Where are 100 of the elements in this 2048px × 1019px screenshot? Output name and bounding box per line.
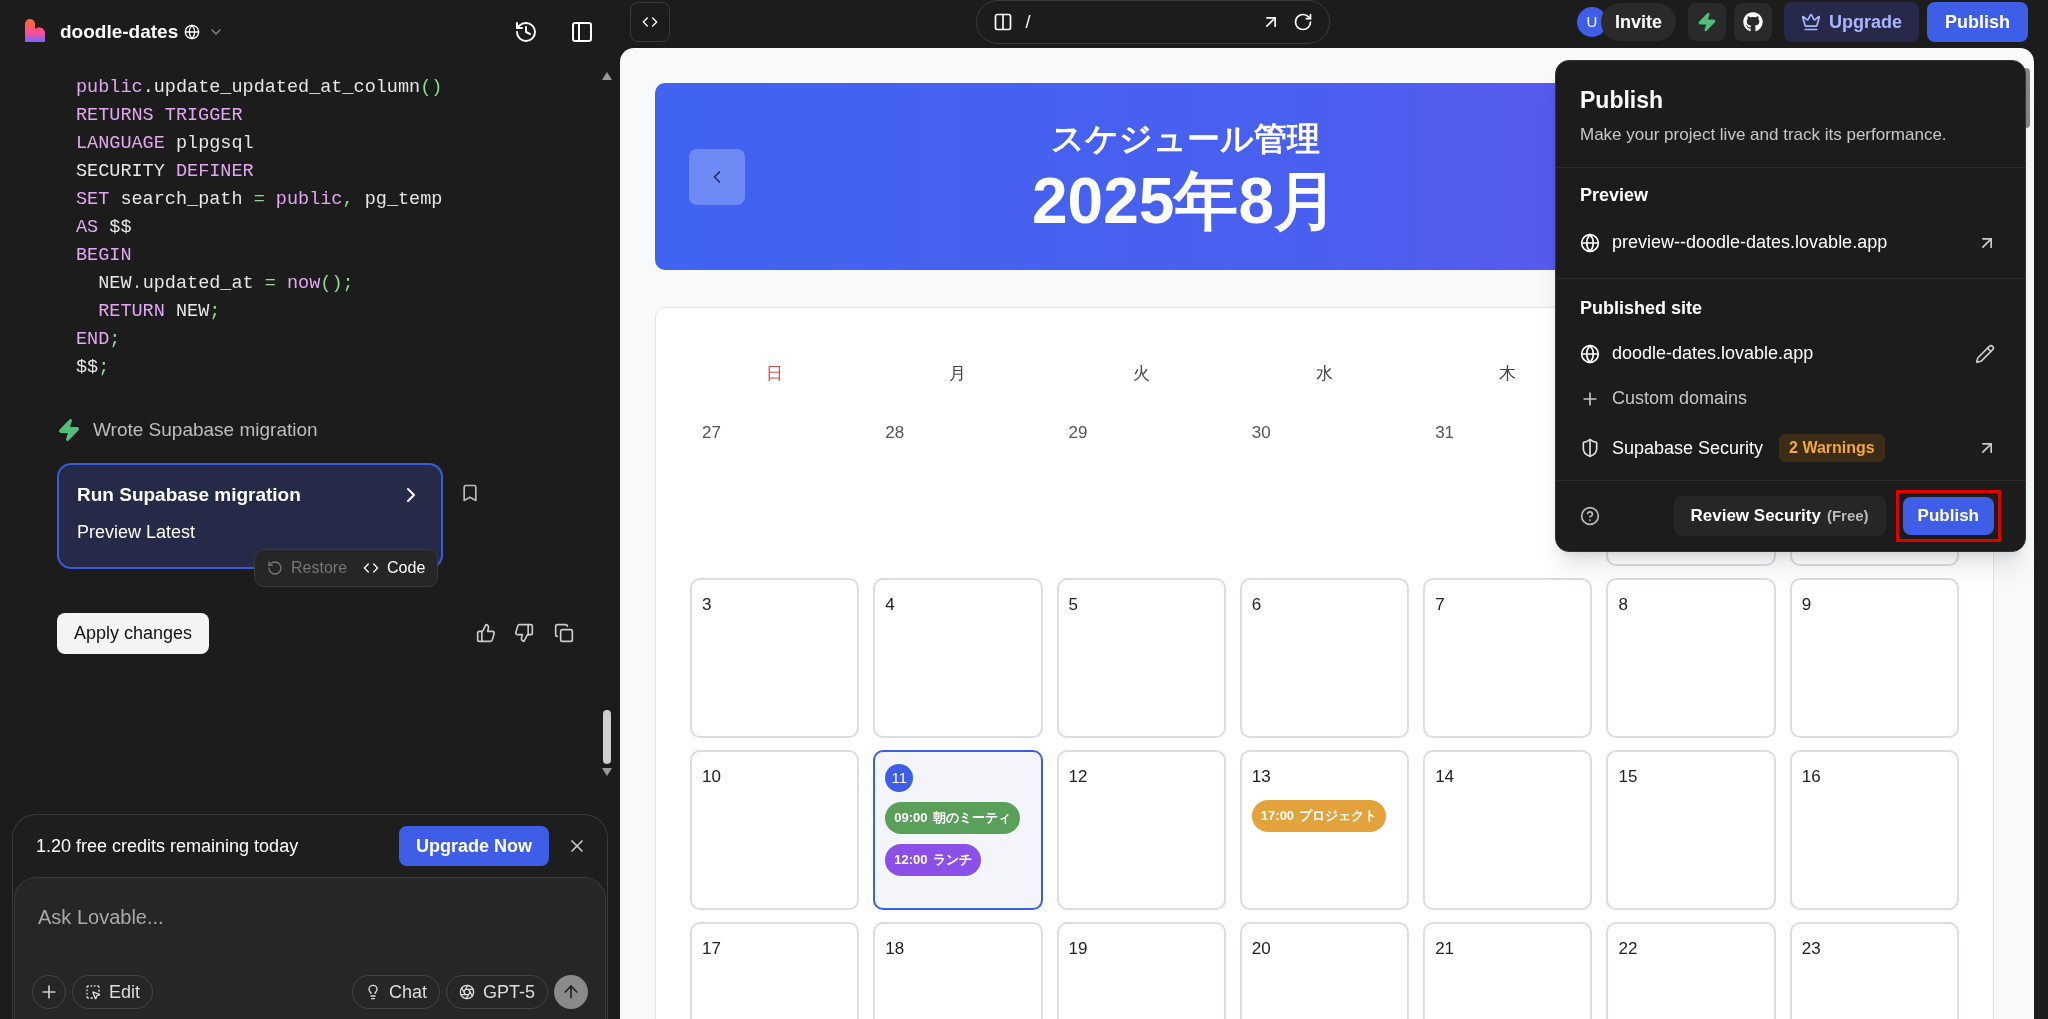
day-cell[interactable]: 16 xyxy=(1789,750,1959,910)
code-line: AS $$ xyxy=(76,216,132,240)
code-line: NEW.updated_at = now(); xyxy=(97,272,354,296)
month-title: 2025年8月 xyxy=(1032,164,1338,240)
published-url-link[interactable]: doodle-dates.lovable.app xyxy=(1612,340,1814,367)
supabase-button[interactable] xyxy=(1687,3,1726,41)
publish-button[interactable]: Publish xyxy=(1927,2,2028,42)
globe-icon xyxy=(1580,343,1600,364)
heart-logo-icon xyxy=(22,19,48,45)
app-title: スケジュール管理 xyxy=(1050,118,1320,159)
credits-text: 1.20 free credits remaining today xyxy=(36,834,299,858)
day-number: 27 xyxy=(702,422,721,444)
day-cell[interactable]: 28 xyxy=(873,406,1043,566)
day-cell[interactable]: 17 xyxy=(690,922,860,1019)
shield-icon xyxy=(1580,438,1600,458)
weekday-label: 水 xyxy=(1316,363,1333,386)
day-number: 20 xyxy=(1251,938,1271,960)
day-cell[interactable]: 3 xyxy=(690,578,860,738)
weekday-label: 月 xyxy=(949,363,967,386)
code-line: RETURN NEW; xyxy=(97,300,221,324)
scroll-up-icon[interactable] xyxy=(602,72,612,80)
pencil-icon[interactable] xyxy=(1975,343,1995,364)
day-number: 19 xyxy=(1068,938,1088,960)
day-cell[interactable]: 9 xyxy=(1789,578,1959,738)
code-line: public.update_updated_at_column() xyxy=(76,76,443,100)
day-number: 22 xyxy=(1618,938,1638,960)
invite-button[interactable]: Invite xyxy=(1600,3,1676,41)
day-cell[interactable]: 22 xyxy=(1606,922,1776,1019)
thumbs-up-icon[interactable] xyxy=(476,623,496,643)
code-line: $$; xyxy=(76,356,110,380)
github-button[interactable] xyxy=(1733,3,1772,41)
day-cell[interactable]: 14 xyxy=(1423,750,1593,910)
day-cell[interactable]: 30 xyxy=(1239,406,1410,566)
popover-title: Publish xyxy=(1580,86,1665,115)
day-number: 5 xyxy=(1068,594,1079,616)
day-number: 7 xyxy=(1435,594,1445,616)
activity-label: Wrote Supabase migration xyxy=(93,418,318,442)
section-heading: Published site xyxy=(1580,297,1704,320)
history-icon[interactable] xyxy=(514,20,538,44)
day-cell[interactable]: 8 xyxy=(1606,578,1776,738)
bolt-icon xyxy=(57,418,81,443)
scrollbar-thumb[interactable] xyxy=(603,710,611,764)
section-heading: Preview xyxy=(1580,184,1650,207)
day-cell[interactable]: 12 xyxy=(1056,750,1226,910)
upgrade-now-button[interactable]: Upgrade Now xyxy=(399,826,549,866)
custom-domains-button[interactable]: Custom domains xyxy=(1580,385,1748,412)
day-number: 31 xyxy=(1435,422,1455,444)
globe-icon xyxy=(1580,232,1600,253)
publish-confirm-button[interactable]: Publish xyxy=(1902,497,1994,535)
day-cell[interactable]: 15 xyxy=(1606,750,1776,910)
apply-changes-button[interactable]: Apply changes xyxy=(57,612,210,654)
day-cell[interactable]: 13 17:00 プロジェクト xyxy=(1239,750,1410,910)
day-number: 8 xyxy=(1618,594,1628,616)
day-number: 15 xyxy=(1618,766,1638,788)
crown-icon xyxy=(1800,12,1821,32)
project-name[interactable]: doodle-dates xyxy=(60,17,179,47)
day-cell[interactable]: 20 xyxy=(1239,922,1410,1019)
event-chip[interactable]: 12:00 ランチ xyxy=(885,844,981,876)
panel-toggle-icon[interactable] xyxy=(570,20,594,44)
day-cell[interactable]: 23 xyxy=(1789,922,1959,1019)
day-number: 18 xyxy=(885,938,905,960)
security-label: Supabase Security xyxy=(1612,436,1764,460)
help-icon[interactable] xyxy=(1580,506,1600,526)
day-cell[interactable]: 5 xyxy=(1056,578,1226,738)
review-security-button[interactable]: Review Security (Free) xyxy=(1673,496,1886,536)
code-line: SET search_path = public, pg_temp xyxy=(76,188,443,212)
day-cell[interactable]: 27 xyxy=(690,406,860,566)
upgrade-button[interactable]: Upgrade xyxy=(1783,2,1919,42)
day-number: 21 xyxy=(1435,938,1455,960)
day-cell[interactable]: 10 xyxy=(690,750,860,910)
day-cell[interactable]: 6 xyxy=(1239,578,1410,738)
url-path: / xyxy=(1025,10,1031,34)
weekday-label: 日 xyxy=(766,363,784,386)
refresh-icon[interactable] xyxy=(1293,12,1314,32)
day-cell[interactable]: 21 xyxy=(1423,922,1593,1019)
copy-icon[interactable] xyxy=(554,623,574,643)
weekday-label: 火 xyxy=(1132,363,1150,386)
day-cell[interactable]: 29 xyxy=(1056,406,1226,566)
send-button[interactable] xyxy=(554,975,588,1009)
today-date-badge: 11 xyxy=(885,764,914,792)
globe-icon xyxy=(184,24,201,40)
day-cell[interactable]: 18 xyxy=(873,922,1043,1019)
bookmark-icon[interactable] xyxy=(460,482,480,503)
restore-icon xyxy=(267,559,283,576)
popover-subtitle: Make your project live and track its performance. xyxy=(1580,123,1948,146)
weekday-label: 木 xyxy=(1499,363,1517,386)
day-cell[interactable]: 4 xyxy=(873,578,1043,738)
select-pointer-icon xyxy=(85,984,101,1000)
day-cell[interactable]: 7 xyxy=(1423,578,1593,738)
day-number: 14 xyxy=(1435,766,1455,788)
scroll-down-icon[interactable] xyxy=(602,768,612,776)
version-title: Run Supabase migration xyxy=(77,482,301,507)
chat-input[interactable]: Ask Lovable... Edit Chat GPT-5 xyxy=(14,877,606,1019)
thumbs-down-icon[interactable] xyxy=(514,623,534,643)
preview-url-link[interactable]: preview--doodle-dates.lovable.app xyxy=(1612,229,1888,256)
code-view-button[interactable] xyxy=(630,2,670,42)
day-cell[interactable]: 19 xyxy=(1056,922,1226,1019)
day-number: 30 xyxy=(1251,422,1271,444)
device-view-icon[interactable] xyxy=(993,12,1014,32)
day-cell[interactable]: 11 09:00 朝のミーティ 12:00 ランチ xyxy=(873,750,1043,910)
